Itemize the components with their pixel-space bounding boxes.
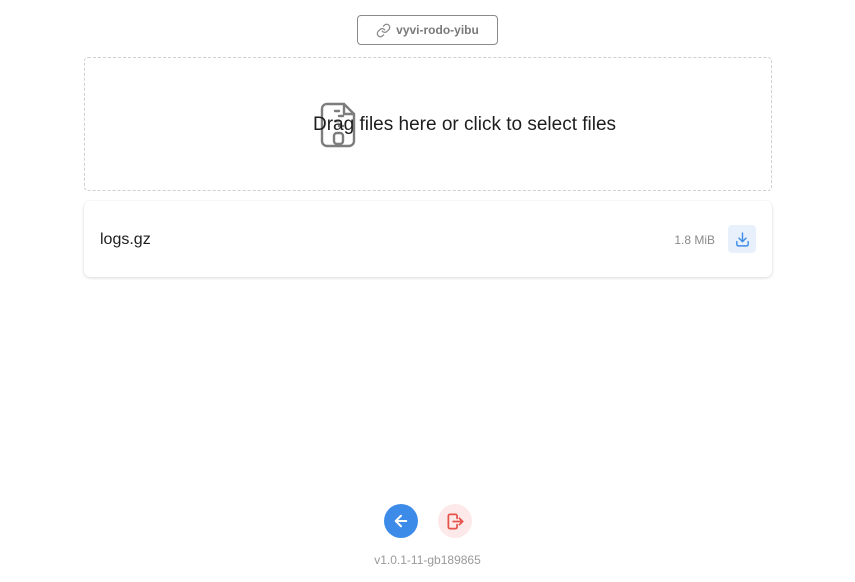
file-size: 1.8 MiB: [674, 233, 715, 247]
leave-room-button[interactable]: [438, 504, 472, 538]
file-dropzone[interactable]: Drag files here or click to select files: [84, 57, 772, 191]
link-icon: [376, 23, 391, 37]
dropzone-text: Drag files here or click to select files: [313, 114, 617, 135]
logout-icon: [447, 513, 463, 529]
back-button[interactable]: [384, 504, 418, 538]
download-icon: [735, 231, 749, 247]
download-button[interactable]: [728, 225, 756, 253]
file-name: logs.gz: [100, 231, 151, 248]
arrow-left-icon: [394, 514, 408, 528]
room-link-label: vyvi-rodo-yibu: [396, 23, 479, 37]
room-link-button[interactable]: vyvi-rodo-yibu: [357, 15, 498, 45]
version-label: v1.0.1-11-gb189865: [374, 553, 481, 567]
file-list-item: logs.gz 1.8 MiB: [84, 201, 772, 277]
